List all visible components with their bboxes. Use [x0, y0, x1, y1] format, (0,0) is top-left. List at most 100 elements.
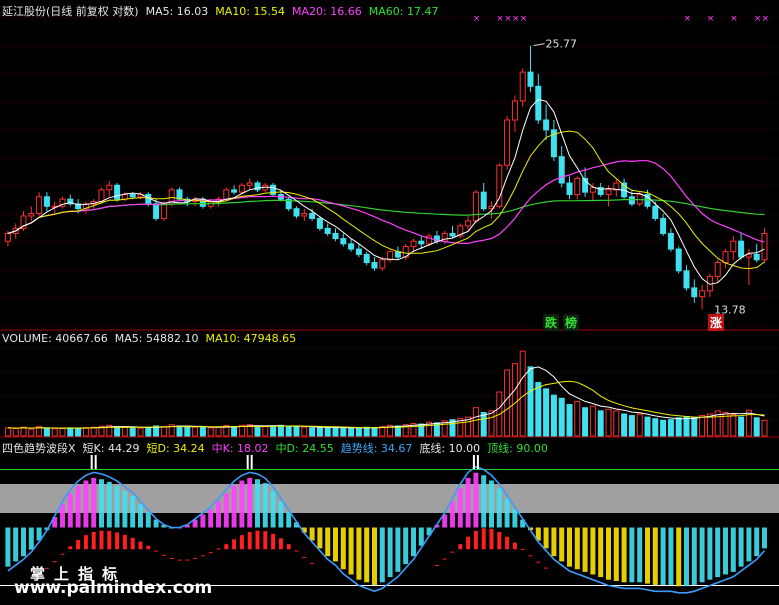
wave-bar — [114, 485, 120, 528]
volume-bar — [504, 369, 511, 437]
wave-bar — [286, 511, 292, 528]
mid-d-label: 中D: 24.55 — [275, 442, 334, 455]
candle-body — [332, 232, 339, 240]
candle-body — [231, 189, 238, 193]
mid-bar — [200, 555, 205, 557]
mid-bar — [489, 528, 494, 550]
wave-bar — [418, 527, 424, 546]
volume-bar — [4, 427, 11, 437]
wave-bar — [28, 527, 34, 550]
volume-bar — [59, 427, 66, 437]
wave-bar — [457, 488, 463, 528]
candle-series[interactable]: 25.7713.78× × × × × × × × × × — [4, 14, 769, 316]
volume-bar — [215, 426, 222, 437]
candle-body — [363, 253, 370, 264]
volume-bar — [355, 427, 362, 437]
wave-bar — [574, 527, 580, 570]
wave-bar — [255, 479, 260, 528]
ma20-label: MA20: 16.66 — [292, 5, 362, 18]
volume-bar — [597, 410, 604, 437]
mid-bar — [76, 539, 81, 550]
wave-bar — [145, 511, 151, 528]
ma5-line — [7, 98, 765, 285]
volume-bar — [20, 426, 27, 437]
volume-bar — [145, 426, 152, 437]
candle-body — [480, 191, 487, 210]
stock-chart: 25.7713.78× × × × × × × × × × — [0, 14, 779, 594]
volume-bar — [675, 417, 682, 437]
wave-bar — [387, 527, 393, 578]
candle-body — [558, 156, 565, 184]
mid-bar — [169, 557, 174, 559]
wave-bar — [239, 480, 245, 528]
volume-bar — [114, 426, 121, 437]
wave-bar — [496, 488, 502, 528]
volume-bar — [231, 426, 238, 437]
candle-body — [527, 71, 534, 87]
mid-bar — [278, 538, 283, 550]
mid-bar — [138, 541, 143, 550]
volume-bar — [589, 405, 596, 437]
candle-body — [121, 193, 128, 200]
mid-bar — [193, 557, 198, 559]
ma10-label: MA10: 15.54 — [215, 5, 286, 18]
candle-body — [98, 189, 105, 203]
volume-bar — [340, 427, 347, 437]
top-line-label: 顶线: 90.00 — [487, 442, 548, 455]
candle-body — [605, 189, 612, 195]
mid-bar — [232, 539, 237, 550]
signal-marker: × — [520, 14, 528, 24]
volume-series[interactable] — [4, 350, 768, 437]
mid-bar — [512, 542, 517, 550]
volume-bar — [75, 427, 82, 437]
wave-bar — [582, 527, 588, 572]
candle-body — [340, 238, 347, 245]
volume-bar — [324, 426, 331, 437]
candle-body — [114, 184, 121, 200]
peak-marker — [472, 455, 475, 469]
wave-bar — [130, 496, 136, 528]
ma20-line — [7, 160, 765, 245]
volume-bar — [605, 408, 612, 437]
candle-body — [714, 262, 721, 277]
candle-body — [574, 177, 581, 195]
high-price-label: 25.77 — [546, 38, 578, 51]
wave-bar — [372, 527, 377, 585]
volume-bar — [90, 426, 97, 437]
indicator-header: 四色趋势波段X 短K: 44.29 短D: 34.24 中K: 18.02 中D: 24… — [2, 440, 555, 456]
wave-bar — [403, 527, 409, 565]
volume-bar — [582, 407, 589, 437]
mid-bar — [442, 558, 447, 560]
volume-bar — [43, 427, 50, 437]
signal-marker: × — [504, 14, 512, 24]
mid-bar — [294, 550, 299, 552]
candle-body — [465, 220, 472, 227]
volume-bar — [301, 426, 308, 437]
wave-bar — [598, 527, 604, 578]
volume-bar — [550, 394, 557, 437]
wave-bar — [13, 527, 19, 562]
wave-bar — [99, 479, 104, 528]
volume-bar — [636, 413, 643, 437]
wave-bar — [138, 504, 143, 528]
wave-bar — [715, 527, 721, 578]
wave-bar — [551, 527, 557, 557]
wave-bar — [590, 527, 596, 575]
mid-k-label: 中K: 18.02 — [211, 442, 269, 455]
wave-bar — [613, 527, 619, 582]
wave-bar — [668, 527, 674, 585]
wave-bar — [333, 527, 338, 562]
signal-marker: × — [473, 14, 481, 24]
wave-bar — [684, 527, 689, 587]
candle-body — [348, 243, 355, 250]
volume-bar — [745, 409, 752, 437]
candle-body — [628, 196, 635, 205]
mid-bar — [450, 551, 455, 553]
candle-body — [652, 205, 659, 219]
candle-body — [316, 217, 323, 229]
volume-bar — [254, 425, 261, 437]
wave-bar — [262, 483, 268, 528]
volume-bar — [644, 416, 651, 437]
mid-bar — [302, 556, 307, 558]
high-leader — [533, 43, 545, 47]
